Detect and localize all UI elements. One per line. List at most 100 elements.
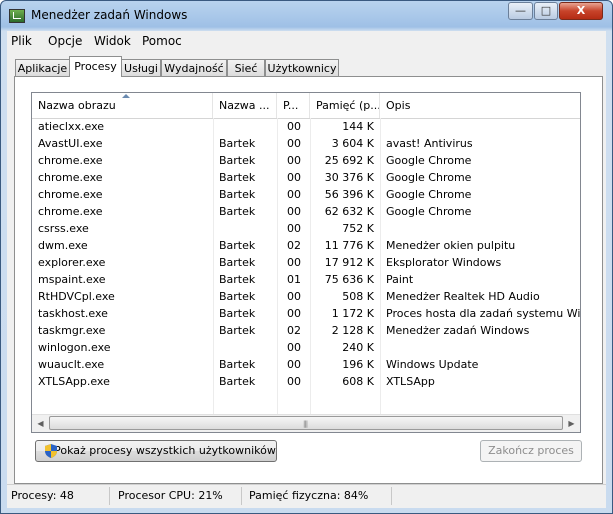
grip-icon: |||	[303, 420, 308, 428]
table-row[interactable]: XTLSApp.exe Bartek 00 608 K XTLSApp	[32, 373, 580, 390]
tab-procesy[interactable]: Procesy	[69, 56, 122, 77]
process-memory: 608 K	[342, 375, 374, 388]
process-description: Menedżer okien pulpitu	[386, 239, 516, 252]
process-memory: 62 632 K	[324, 205, 374, 218]
process-rows: atieclxx.exe 00 144 K AvastUI.exe Bartek 00 3 …	[32, 118, 580, 390]
process-description	[380, 118, 580, 135]
process-memory: 144 K	[342, 120, 374, 133]
menu-bar: Plik Opcje Widok Pomoc	[7, 31, 606, 51]
process-name: atieclxx.exe	[38, 120, 105, 133]
process-name: winlogon.exe	[38, 341, 111, 354]
process-name: taskmgr.exe	[38, 324, 106, 337]
menu-opcje[interactable]: Opcje	[48, 34, 82, 48]
table-row[interactable]: mspaint.exe Bartek 01 75 636 K Paint	[32, 271, 580, 288]
show-all-processes-button[interactable]: Pokaż procesy wszystkich użytkowników	[35, 440, 277, 462]
uac-shield-icon	[45, 444, 57, 458]
process-user: Bartek	[219, 375, 256, 388]
process-description	[380, 220, 580, 237]
process-cpu: 00	[287, 137, 301, 150]
table-row[interactable]: chrome.exe Bartek 00 30 376 K Google Chrome	[32, 169, 580, 186]
table-row[interactable]: atieclxx.exe 00 144 K	[32, 118, 580, 135]
column-header-memory[interactable]: Pamięć (p...	[310, 93, 380, 118]
column-header-description[interactable]: Opis	[380, 93, 580, 118]
process-description: Google Chrome	[386, 205, 472, 218]
list-header: Nazwa obrazu Nazwa ... P... Pamięć (p...…	[32, 93, 580, 119]
task-manager-window: Menedżer zadań Windows — □ X Plik Opcje …	[0, 0, 613, 514]
process-cpu: 00	[287, 290, 301, 303]
process-name: mspaint.exe	[38, 273, 106, 286]
scrollbar-thumb[interactable]: |||	[49, 416, 563, 430]
table-row[interactable]: chrome.exe Bartek 00 56 396 K Google Chrome	[32, 186, 580, 203]
table-row[interactable]: RtHDVCpl.exe Bartek 00 508 K Menedżer Realte…	[32, 288, 580, 305]
process-memory: 25 692 K	[324, 154, 374, 167]
process-memory: 75 636 K	[324, 273, 374, 286]
scroll-right-arrow-icon[interactable]: ▶	[563, 415, 580, 432]
process-memory: 56 396 K	[324, 188, 374, 201]
scroll-left-arrow-icon[interactable]: ◀	[32, 415, 49, 432]
tab-siec[interactable]: Sieć	[227, 59, 265, 76]
process-cpu: 00	[287, 375, 301, 388]
process-list[interactable]: Nazwa obrazu Nazwa ... P... Pamięć (p...…	[31, 92, 581, 433]
process-user: Bartek	[219, 154, 256, 167]
process-name: dwm.exe	[38, 239, 88, 252]
tab-wydajnosc[interactable]: Wydajność	[161, 59, 227, 76]
table-row[interactable]: chrome.exe Bartek 00 25 692 K Google Chrome	[32, 152, 580, 169]
column-header-user[interactable]: Nazwa ...	[213, 93, 277, 118]
menu-widok[interactable]: Widok	[94, 34, 131, 48]
title-bar[interactable]: Menedżer zadań Windows — □ X	[1, 1, 612, 31]
tab-uzytkownicy[interactable]: Użytkownicy	[265, 59, 339, 76]
process-description: Menedżer zadań Windows	[386, 324, 530, 337]
table-row[interactable]: AvastUI.exe Bartek 00 3 604 K avast! Antivir…	[32, 135, 580, 152]
process-user	[213, 118, 277, 135]
tab-uslugi[interactable]: Usługi	[121, 59, 161, 76]
process-name: RtHDVCpl.exe	[38, 290, 115, 303]
process-name: chrome.exe	[38, 171, 103, 184]
process-cpu: 00	[287, 341, 301, 354]
tab-aplikacje[interactable]: Aplikacje	[15, 59, 70, 76]
process-name: XTLSApp.exe	[38, 375, 110, 388]
process-user: Bartek	[219, 256, 256, 269]
menu-pomoc[interactable]: Pomoc	[142, 34, 182, 48]
table-row[interactable]: csrss.exe 00 752 K	[32, 220, 580, 237]
process-cpu: 02	[287, 239, 301, 252]
process-user: Bartek	[219, 324, 256, 337]
column-header-image-name[interactable]: Nazwa obrazu	[32, 93, 213, 118]
minimize-button[interactable]: —	[508, 2, 533, 20]
process-description: Google Chrome	[386, 188, 472, 201]
process-name: csrss.exe	[38, 222, 89, 235]
table-row[interactable]: taskhost.exe Bartek 00 1 172 K Proces hosta …	[32, 305, 580, 322]
maximize-button[interactable]: □	[534, 2, 558, 20]
table-row[interactable]: dwm.exe Bartek 02 11 776 K Menedżer okien pu…	[32, 237, 580, 254]
process-cpu: 00	[287, 188, 301, 201]
process-description: Google Chrome	[386, 171, 472, 184]
process-name: chrome.exe	[38, 205, 103, 218]
show-all-processes-label: Pokaż procesy wszystkich użytkowników	[54, 444, 276, 457]
table-row[interactable]: wuauclt.exe Bartek 00 196 K Windows Update	[32, 356, 580, 373]
process-cpu: 00	[287, 222, 301, 235]
end-process-button[interactable]: Zakończ proces	[480, 440, 582, 462]
process-memory: 17 912 K	[324, 256, 374, 269]
process-user: Bartek	[219, 205, 256, 218]
table-row[interactable]: winlogon.exe 00 240 K	[32, 339, 580, 356]
menu-plik[interactable]: Plik	[11, 34, 32, 48]
horizontal-scrollbar[interactable]: ◀ ||| ▶	[32, 414, 580, 432]
process-description: Proces hosta dla zadań systemu Win...	[386, 307, 580, 320]
process-user	[213, 220, 277, 237]
task-manager-icon	[9, 9, 25, 23]
process-memory: 30 376 K	[324, 171, 374, 184]
table-row[interactable]: taskmgr.exe Bartek 02 2 128 K Menedżer zadań…	[32, 322, 580, 339]
process-name: wuauclt.exe	[38, 358, 105, 371]
table-row[interactable]: chrome.exe Bartek 00 62 632 K Google Chrome	[32, 203, 580, 220]
process-name: AvastUI.exe	[38, 137, 103, 150]
process-cpu: 00	[287, 205, 301, 218]
process-name: explorer.exe	[38, 256, 106, 269]
status-bar: Procesy: 48 Procesor CPU: 21% Pamięć fiz…	[7, 484, 606, 508]
table-row[interactable]: explorer.exe Bartek 00 17 912 K Eksplorator …	[32, 254, 580, 271]
process-user: Bartek	[219, 307, 256, 320]
column-header-cpu[interactable]: P...	[277, 93, 310, 118]
process-user: Bartek	[219, 239, 256, 252]
process-name: chrome.exe	[38, 188, 103, 201]
process-user: Bartek	[219, 188, 256, 201]
process-memory: 240 K	[342, 341, 374, 354]
close-button[interactable]: X	[559, 2, 603, 20]
